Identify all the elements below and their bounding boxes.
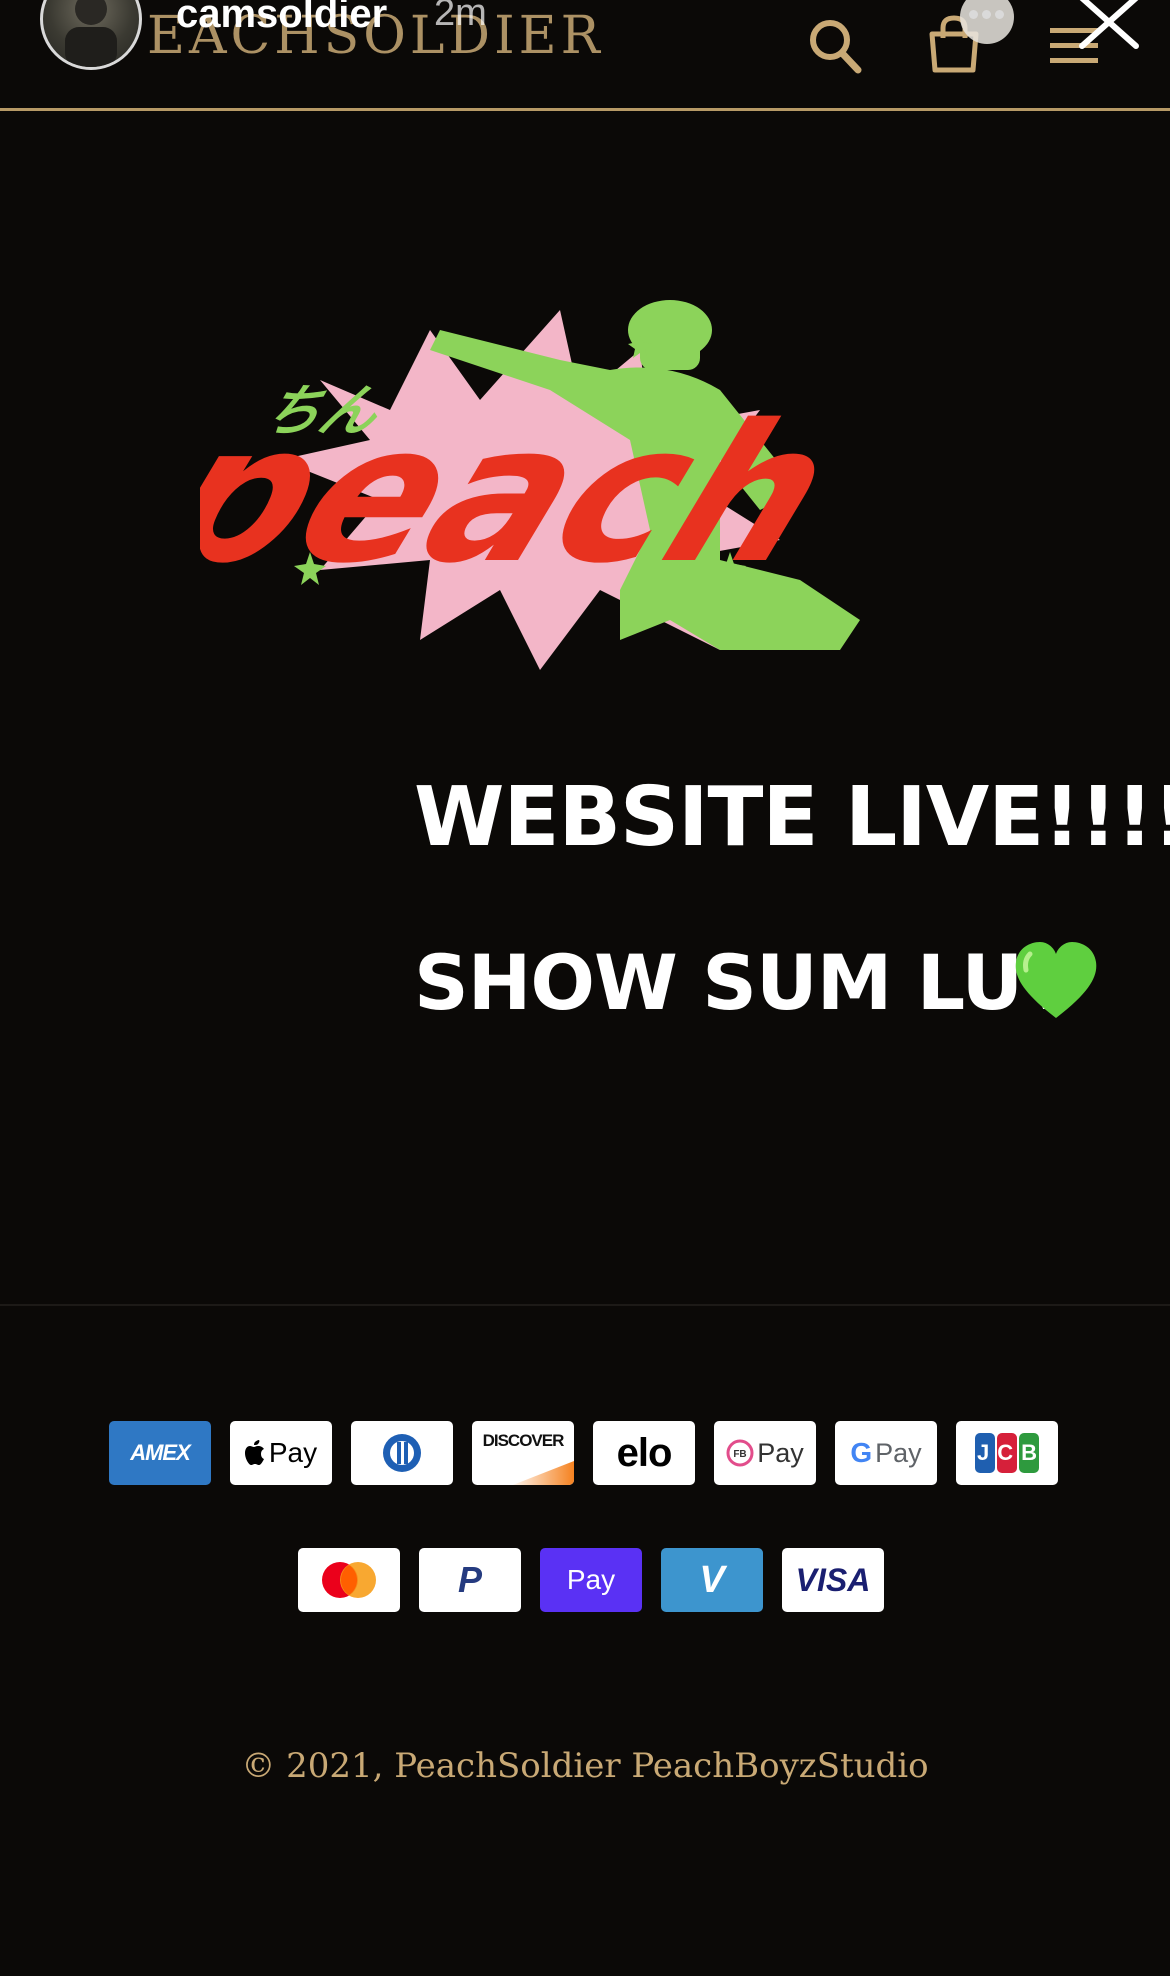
discover-icon: DISCOVER [472,1421,574,1485]
diners-club-icon [351,1421,453,1485]
facebook-pay-icon: FB Pay [714,1421,816,1485]
copyright-text: © 2021, PeachSoldier PeachBoyzStudio [241,1746,929,1786]
footer-divider [0,1304,1170,1306]
green-heart-icon [1015,942,1097,1018]
avatar-image [65,0,117,67]
jcb-icon: JCB [956,1421,1058,1485]
payment-icons-row-2: P Pay V VISA [298,1548,884,1612]
announcement-line-1: WEBSITE LIVE!!!!! [414,770,1170,865]
story-username[interactable]: camsoldier [176,0,387,37]
svg-text:FB: FB [734,1449,747,1460]
elo-icon: elo [593,1421,695,1485]
story-timestamp: 2m [434,0,487,34]
announcement-line-2: SHOW SUM LUV [414,938,1081,1027]
close-icon[interactable] [1076,0,1142,52]
payment-icons-row-1: AMEX Pay DISCOVER elo FB Pay G Pay JCB [109,1421,1058,1485]
venmo-icon: V [661,1548,763,1612]
logo-word: peach [200,384,862,605]
peach-logo: ちん peach [200,300,862,670]
mastercard-icon [298,1548,400,1612]
visa-icon: VISA [782,1548,884,1612]
search-icon[interactable] [808,16,864,76]
apple-pay-icon: Pay [230,1421,332,1485]
amex-icon: AMEX [109,1421,211,1485]
paypal-icon: P [419,1548,521,1612]
google-pay-icon: G Pay [835,1421,937,1485]
site-header: PEACHSOLDIER camsoldier 2m [0,0,1170,111]
shop-pay-icon: Pay [540,1548,642,1612]
